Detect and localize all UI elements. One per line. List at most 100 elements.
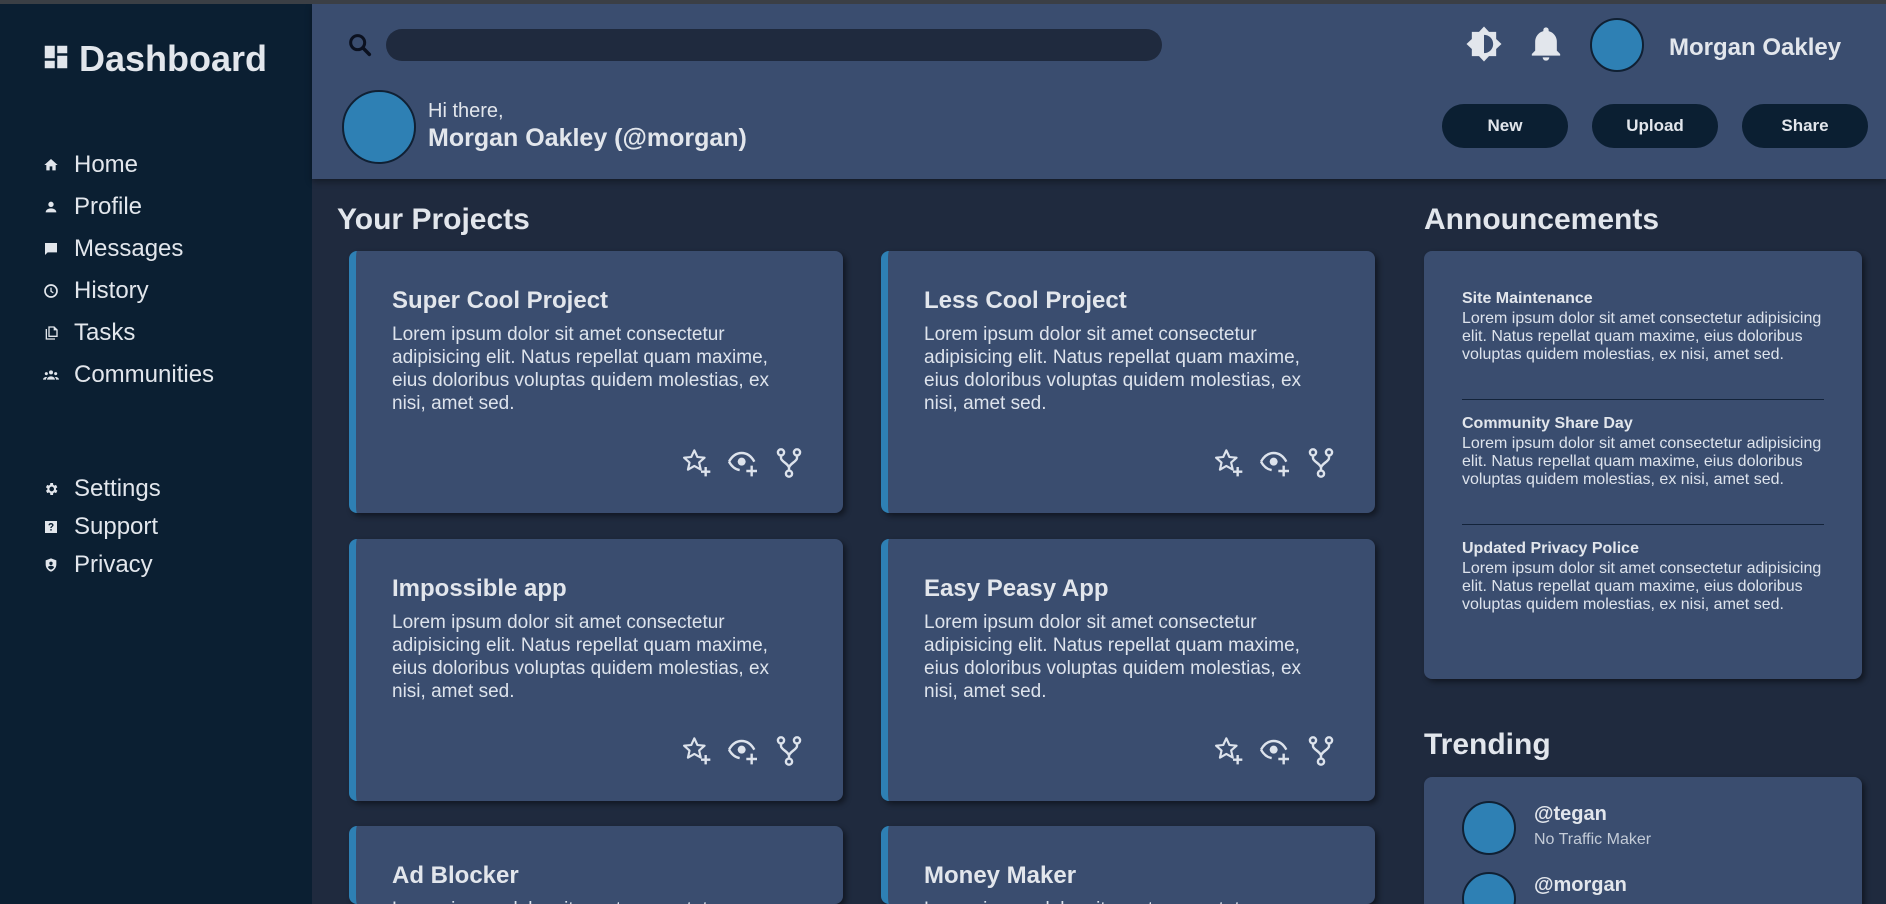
sidebar-item-communities[interactable]: Communities xyxy=(42,354,302,396)
project-card[interactable]: Easy Peasy App Lorem ipsum dolor sit ame… xyxy=(881,539,1375,801)
project-actions xyxy=(1213,447,1337,479)
sidebar-item-label: Privacy xyxy=(74,551,153,578)
search-icon[interactable] xyxy=(346,31,374,59)
watch-add-icon[interactable] xyxy=(1259,447,1291,479)
home-icon xyxy=(42,156,60,174)
sidebar-item-settings[interactable]: Settings xyxy=(42,470,302,508)
history-icon xyxy=(42,282,60,300)
announcement-title: Community Share Day xyxy=(1462,415,1633,432)
fork-icon[interactable] xyxy=(1305,735,1337,767)
trending-item[interactable]: @morgan xyxy=(1462,872,1822,904)
avatar xyxy=(1462,872,1516,904)
project-card[interactable]: Impossible app Lorem ipsum dolor sit ame… xyxy=(349,539,843,801)
sidebar-item-privacy[interactable]: Privacy xyxy=(42,546,302,584)
watch-add-icon[interactable] xyxy=(727,447,759,479)
gear-icon xyxy=(42,480,60,498)
sidebar-item-support[interactable]: Support xyxy=(42,508,302,546)
secondary-nav: Settings Support Privacy xyxy=(42,470,302,584)
sidebar-item-tasks[interactable]: Tasks xyxy=(42,312,302,354)
bell-icon[interactable] xyxy=(1526,24,1566,64)
sidebar-item-label: Tasks xyxy=(74,319,136,346)
messages-icon xyxy=(42,240,60,258)
new-button[interactable]: New xyxy=(1442,104,1568,148)
project-card[interactable]: Less Cool Project Lorem ipsum dolor sit … xyxy=(881,251,1375,513)
project-card[interactable]: Money Maker Lorem ipsum dolor sit amet c… xyxy=(881,826,1375,904)
fork-icon[interactable] xyxy=(1305,447,1337,479)
announcement-body: Lorem ipsum dolor sit amet consectetur a… xyxy=(1462,435,1822,488)
project-description: Lorem ipsum dolor sit amet consectetur a… xyxy=(924,612,1302,702)
divider xyxy=(1462,524,1824,525)
fork-icon[interactable] xyxy=(773,735,805,767)
project-title: Easy Peasy App xyxy=(924,575,1109,602)
announcement-item[interactable]: Updated Privacy Police Lorem ipsum dolor… xyxy=(1462,540,1824,614)
sidebar-item-home[interactable]: Home xyxy=(42,144,302,186)
announcement-title: Site Maintenance xyxy=(1462,290,1593,307)
announcement-body: Lorem ipsum dolor sit amet consectetur a… xyxy=(1462,310,1822,363)
watch-add-icon[interactable] xyxy=(1259,735,1291,767)
sidebar-item-label: History xyxy=(74,277,149,304)
dashboard-icon xyxy=(41,42,71,77)
star-add-icon[interactable] xyxy=(1213,447,1245,479)
project-title: Super Cool Project xyxy=(392,287,609,314)
project-title: Ad Blocker xyxy=(392,862,519,889)
project-actions xyxy=(1213,735,1337,767)
tasks-icon xyxy=(42,324,60,342)
announcements-panel: Site Maintenance Lorem ipsum dolor sit a… xyxy=(1424,251,1862,679)
greeting-avatar xyxy=(342,90,416,164)
main-nav: Home Profile Messages History Tasks Comm… xyxy=(42,144,302,396)
brand[interactable]: Dashboard xyxy=(41,38,267,80)
app-title: Dashboard xyxy=(79,38,268,79)
trending-item[interactable]: @tegan No Traffic Maker xyxy=(1462,801,1822,861)
project-description: Lorem ipsum dolor sit amet consectetur a… xyxy=(924,324,1302,414)
communities-icon xyxy=(42,366,60,384)
greeting-name: Morgan Oakley (@morgan) xyxy=(428,124,747,152)
trending-handle: @tegan xyxy=(1534,803,1607,825)
announcements-heading: Announcements xyxy=(1424,203,1660,236)
theme-toggle-icon[interactable] xyxy=(1464,24,1504,64)
support-icon xyxy=(42,518,60,536)
sidebar-item-messages[interactable]: Messages xyxy=(42,228,302,270)
star-add-icon[interactable] xyxy=(681,447,713,479)
project-description: Lorem ipsum dolor sit amet consectetur a… xyxy=(392,898,804,904)
window-top-edge xyxy=(0,0,1886,4)
profile-icon xyxy=(42,198,60,216)
project-description: Lorem ipsum dolor sit amet consectetur a… xyxy=(392,612,770,702)
projects-heading: Your Projects xyxy=(337,203,530,236)
project-title: Impossible app xyxy=(392,575,567,602)
avatar xyxy=(1462,801,1516,855)
sidebar-item-label: Support xyxy=(74,513,159,540)
header-username[interactable]: Morgan Oakley xyxy=(1669,34,1841,62)
sidebar-item-label: Profile xyxy=(74,193,143,220)
star-add-icon[interactable] xyxy=(681,735,713,767)
trending-subtitle: No Traffic Maker xyxy=(1534,831,1652,848)
sidebar-item-label: Settings xyxy=(74,475,161,502)
trending-handle: @morgan xyxy=(1534,874,1627,896)
sidebar-item-label: Home xyxy=(74,151,139,178)
star-add-icon[interactable] xyxy=(1213,735,1245,767)
project-description: Lorem ipsum dolor sit amet consectetur a… xyxy=(392,324,770,414)
divider xyxy=(1462,399,1824,400)
trending-heading: Trending xyxy=(1424,728,1551,761)
sidebar-item-history[interactable]: History xyxy=(42,270,302,312)
share-button[interactable]: Share xyxy=(1742,104,1868,148)
project-description: Lorem ipsum dolor sit amet consectetur a… xyxy=(924,898,1336,904)
project-card[interactable]: Super Cool Project Lorem ipsum dolor sit… xyxy=(349,251,843,513)
fork-icon[interactable] xyxy=(773,447,805,479)
project-card[interactable]: Ad Blocker Lorem ipsum dolor sit amet co… xyxy=(349,826,843,904)
trending-panel: @tegan No Traffic Maker @morgan xyxy=(1424,777,1862,904)
upload-button[interactable]: Upload xyxy=(1592,104,1718,148)
avatar[interactable] xyxy=(1590,18,1644,72)
announcement-item[interactable]: Site Maintenance Lorem ipsum dolor sit a… xyxy=(1462,290,1824,364)
project-actions xyxy=(681,447,805,479)
announcement-item[interactable]: Community Share Day Lorem ipsum dolor si… xyxy=(1462,415,1824,489)
announcement-title: Updated Privacy Police xyxy=(1462,540,1639,557)
project-title: Money Maker xyxy=(924,862,1077,889)
sidebar: Dashboard Home Profile Messages History … xyxy=(0,4,312,904)
sidebar-item-label: Communities xyxy=(74,361,215,388)
search-input[interactable] xyxy=(386,29,1162,61)
watch-add-icon[interactable] xyxy=(727,735,759,767)
shield-icon xyxy=(42,556,60,574)
sidebar-item-profile[interactable]: Profile xyxy=(42,186,302,228)
greeting-text: Hi there, xyxy=(428,100,504,122)
announcement-body: Lorem ipsum dolor sit amet consectetur a… xyxy=(1462,560,1822,613)
